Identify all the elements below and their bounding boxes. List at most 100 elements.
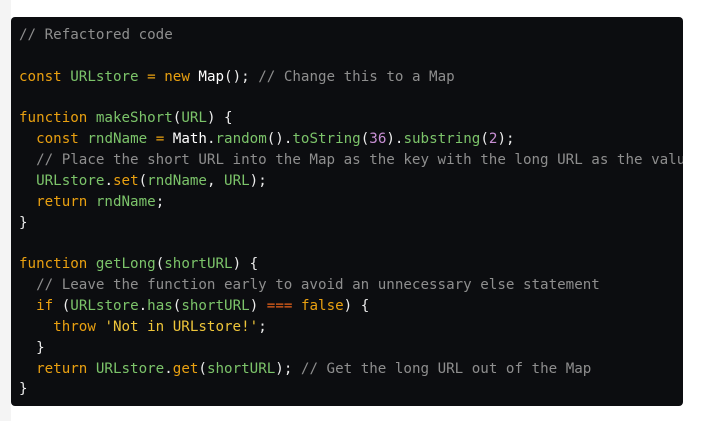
- identifier-token: URLstore: [36, 172, 105, 189]
- punctuation-token: (: [53, 297, 71, 314]
- punctuation-token: [19, 298, 36, 314]
- keyword-token: if: [36, 297, 54, 314]
- keyword-token: return: [36, 193, 88, 210]
- code-line: // Refactored code: [19, 25, 683, 46]
- keyword-token: new: [164, 68, 190, 85]
- punctuation-token: ;: [155, 193, 165, 210]
- keyword-token: throw: [53, 318, 96, 335]
- punctuation-token: [19, 319, 53, 335]
- keyword-token: false: [300, 297, 344, 314]
- punctuation-token: ();: [224, 68, 259, 85]
- code-line: }: [19, 379, 683, 400]
- punctuation-token: ().: [266, 131, 293, 148]
- punctuation-token: [19, 173, 36, 189]
- punctuation-token: ) {: [232, 256, 259, 273]
- punctuation-token: ): [249, 297, 267, 314]
- keyword-token: return: [36, 360, 88, 377]
- identifier-token: makeShort: [95, 110, 173, 127]
- punctuation-token: [62, 69, 71, 85]
- punctuation-token: [19, 131, 36, 147]
- code-line: return URLstore.get(shortURL); // Get th…: [19, 359, 683, 380]
- identifier-token: URL: [181, 110, 207, 127]
- identifier-token: rndName: [147, 172, 207, 189]
- punctuation-token: );: [275, 360, 301, 377]
- punctuation-token: (: [480, 131, 489, 148]
- punctuation-token: [164, 131, 173, 147]
- punctuation-token: [19, 277, 36, 293]
- punctuation-token: [156, 69, 165, 85]
- code-line: throw 'Not in URLstore!';: [19, 317, 683, 338]
- code-line: const rndName = Math.random().toString(3…: [19, 129, 683, 150]
- punctuation-token: .: [104, 172, 113, 189]
- keyword-token: set: [112, 172, 139, 189]
- punctuation-token: );: [497, 131, 515, 148]
- punctuation-token: [87, 194, 96, 210]
- punctuation-token: ;: [258, 318, 267, 335]
- code-line: return rndName;: [19, 192, 683, 213]
- comment-token: // Leave the function early to avoid an …: [36, 277, 600, 294]
- punctuation-token: (: [360, 131, 370, 148]
- operator-token: ===: [266, 297, 293, 314]
- punctuation-token: [87, 110, 96, 126]
- code-line: // Place the short URL into the Map as t…: [19, 150, 683, 171]
- string-token: 'Not in URLstore!': [104, 318, 259, 335]
- punctuation-token: [139, 69, 148, 85]
- code-line: URLstore.set(rndName, URL);: [19, 171, 683, 192]
- keyword-token: const: [36, 131, 79, 148]
- page-margin: [0, 0, 11, 421]
- identifier-token: rndName: [95, 193, 156, 210]
- identifier-token: shortURL: [181, 297, 250, 314]
- code-line: // Leave the function early to avoid an …: [19, 275, 683, 296]
- code-line: function getLong(shortURL) {: [19, 254, 683, 275]
- builtin-token: Math: [172, 131, 207, 148]
- punctuation-token: [19, 361, 36, 377]
- code-line: if (URLstore.has(shortURL) === false) {: [19, 296, 683, 317]
- punctuation-token: }: [19, 381, 28, 398]
- comment-token: // Change this to a Map: [258, 68, 455, 85]
- keyword-token: const: [19, 68, 62, 85]
- punctuation-token: .: [164, 360, 173, 377]
- identifier-token: shortURL: [206, 360, 276, 377]
- comment-token: // Get the long URL out of the Map: [300, 360, 592, 377]
- number-token: 36: [369, 131, 387, 148]
- code-line: const URLstore = new Map(); // Change th…: [19, 67, 683, 88]
- punctuation-token: [292, 298, 301, 314]
- punctuation-token: [19, 194, 36, 210]
- keyword-token: =: [155, 131, 165, 148]
- punctuation-token: }: [19, 339, 45, 356]
- identifier-token: rndName: [87, 131, 148, 148]
- identifier-token: URLstore: [70, 68, 139, 85]
- builtin-token: Map: [198, 68, 225, 85]
- identifier-token: shortURL: [164, 256, 233, 273]
- identifier-token: has: [147, 297, 173, 314]
- identifier-token: URLstore: [95, 360, 165, 377]
- punctuation-token: [87, 361, 96, 377]
- keyword-token: function: [19, 256, 88, 273]
- punctuation-token: (: [198, 360, 207, 377]
- punctuation-token: (: [155, 256, 165, 273]
- identifier-token: toString: [292, 131, 361, 148]
- identifier-token: substring: [403, 131, 481, 148]
- code-line: function makeShort(URL) {: [19, 108, 683, 129]
- code-line: }: [19, 213, 683, 234]
- punctuation-token: }: [19, 214, 28, 231]
- punctuation-token: );: [249, 172, 267, 189]
- identifier-token: URLstore: [70, 297, 139, 314]
- code-content: // Refactored code const URLstore = new M…: [19, 25, 683, 400]
- keyword-token: function: [19, 110, 88, 127]
- punctuation-token: [19, 152, 36, 168]
- code-block: // Refactored code const URLstore = new M…: [11, 17, 683, 406]
- identifier-token: random: [215, 131, 267, 148]
- punctuation-token: ).: [386, 131, 404, 148]
- punctuation-token: [87, 256, 96, 272]
- comment-token: // Place the short URL into the Map as t…: [36, 152, 683, 169]
- punctuation-token: ) {: [206, 110, 233, 127]
- punctuation-token: [147, 131, 156, 147]
- punctuation-token: .: [206, 131, 216, 148]
- comment-token: // Refactored code: [19, 27, 173, 43]
- code-line: }: [19, 338, 683, 359]
- identifier-token: URL: [224, 172, 250, 189]
- punctuation-token: ) {: [343, 297, 370, 314]
